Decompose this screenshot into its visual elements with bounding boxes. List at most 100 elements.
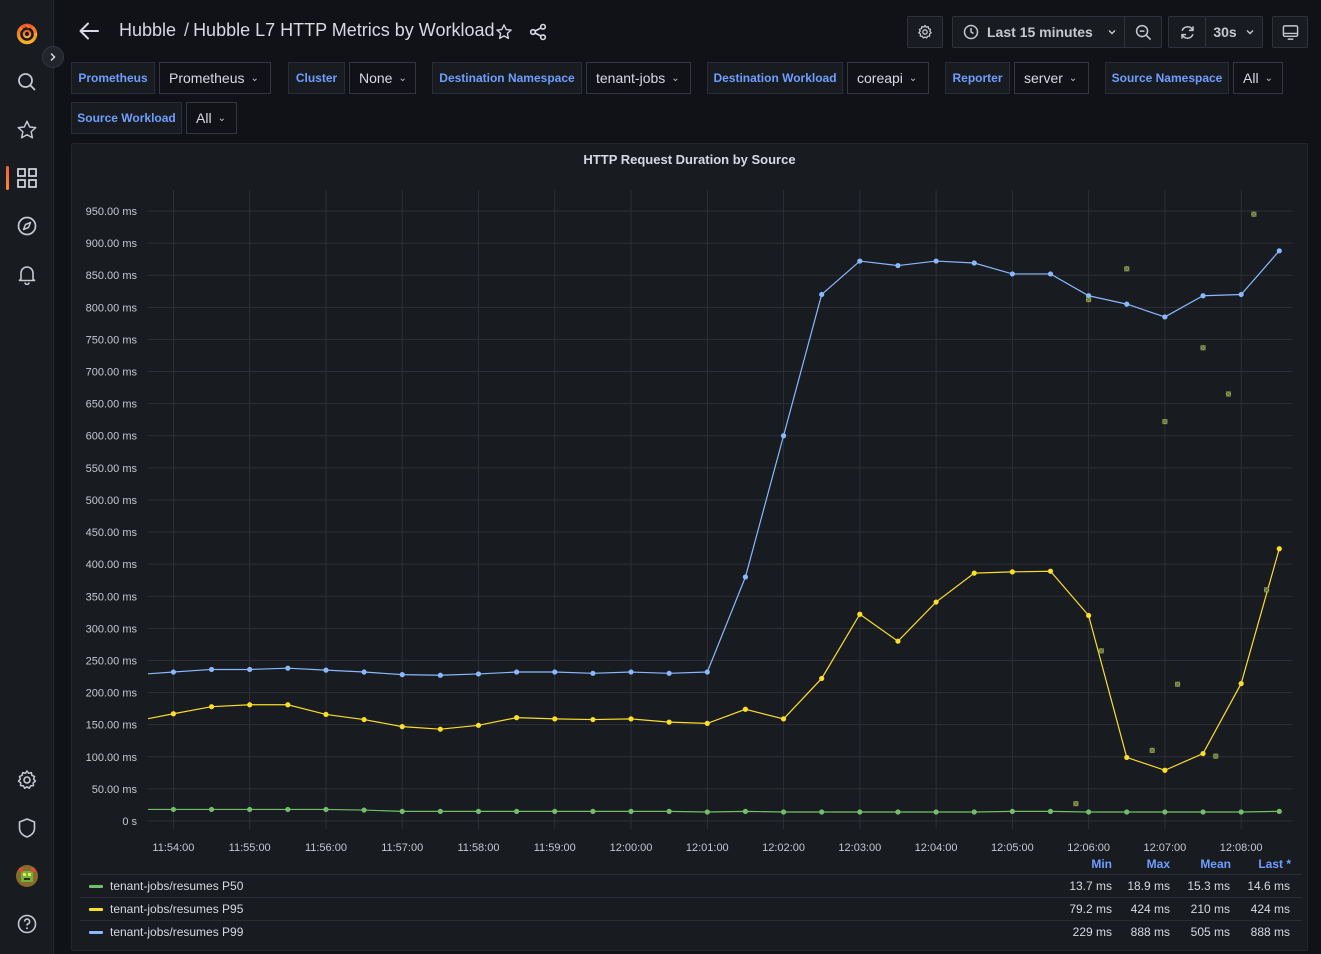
refresh-interval-picker[interactable]: 30s — [1205, 16, 1263, 48]
legend-series-name[interactable]: tenant-jobs/resumes P95 — [110, 902, 243, 916]
x-tick-label: 11:57:00 — [381, 842, 423, 854]
refresh-icon — [1180, 25, 1194, 39]
active-indicator — [6, 166, 9, 190]
x-tick-label: 12:02:00 — [762, 842, 805, 854]
data-point — [857, 809, 863, 815]
data-point — [1124, 754, 1130, 761]
data-point — [475, 722, 482, 728]
data-point — [1047, 271, 1054, 277]
alerting-bell-icon[interactable] — [11, 258, 43, 290]
dashboard-settings-button[interactable] — [907, 16, 943, 48]
legend-row[interactable]: tenant-jobs/resumes P95 79.2 ms 424 ms 2… — [80, 897, 1302, 920]
data-point — [933, 599, 939, 605]
variable-value: All — [1243, 70, 1259, 86]
monitor-icon — [1282, 24, 1298, 40]
data-point — [437, 808, 443, 814]
search-icon[interactable] — [11, 66, 43, 98]
data-point — [933, 809, 939, 815]
dashboard-title[interactable]: Hubble L7 HTTP Metrics by Workload — [193, 20, 494, 40]
y-tick-label: 500.00 ms — [86, 495, 138, 507]
time-series-chart[interactable]: 0 s 50.00 ms 100.00 ms 150.00 ms 200.00 ms 25… — [72, 144, 1307, 874]
user-avatar[interactable] — [11, 860, 43, 892]
data-point — [208, 704, 215, 710]
variable-select-source-namespace[interactable]: All ⌄ — [1233, 62, 1283, 94]
data-point — [780, 433, 787, 439]
data-point — [1238, 680, 1244, 687]
data-point — [285, 665, 291, 671]
chevron-down-icon: ⌄ — [217, 112, 226, 124]
legend-header-max[interactable]: Max — [1132, 857, 1170, 871]
data-point — [552, 669, 558, 675]
data-point — [819, 675, 825, 682]
data-point — [895, 638, 901, 644]
data-point — [895, 809, 901, 815]
legend-row[interactable]: tenant-jobs/resumes P99 229 ms 888 ms 50… — [80, 920, 1302, 943]
variable-label-cluster: Cluster — [288, 62, 345, 94]
y-tick-label: 100.00 ms — [86, 752, 138, 764]
legend-swatch — [89, 908, 103, 911]
explore-icon[interactable] — [11, 210, 43, 242]
back-arrow-icon[interactable] — [76, 18, 102, 44]
data-point — [971, 570, 977, 576]
breadcrumb-folder[interactable]: Hubble — [119, 20, 176, 40]
zoom-out-button[interactable] — [1125, 16, 1162, 48]
grafana-logo-icon[interactable] — [11, 18, 43, 50]
data-point — [628, 669, 634, 675]
variable-select-destination-namespace[interactable]: tenant-jobs ⌄ — [586, 62, 691, 94]
data-point — [666, 808, 672, 814]
data-point — [437, 726, 443, 732]
chevron-down-icon: ⌄ — [398, 72, 407, 84]
graph-panel: HTTP Request Duration by Source 0 s 50.00… — [71, 143, 1308, 951]
variable-select-source-workload[interactable]: All ⌄ — [186, 102, 237, 134]
legend-header-min[interactable]: Min — [1072, 857, 1112, 871]
x-tick-label: 12:05:00 — [991, 842, 1034, 854]
y-tick-label: 350.00 ms — [86, 591, 138, 603]
x-tick-label: 11:58:00 — [457, 842, 499, 854]
variable-label-reporter: Reporter — [945, 62, 1010, 94]
legend-header-mean[interactable]: Mean — [1182, 857, 1231, 871]
data-point — [170, 711, 177, 717]
legend-last: 424 ms — [1250, 902, 1290, 916]
data-point — [399, 808, 405, 814]
starred-icon[interactable] — [11, 114, 43, 146]
legend-min: 13.7 ms — [1069, 879, 1112, 893]
variable-value: None — [359, 70, 393, 86]
gear-icon — [918, 24, 932, 39]
series-line — [148, 808, 1280, 813]
help-icon[interactable] — [11, 908, 43, 940]
legend-series-name[interactable]: tenant-jobs/resumes P50 — [110, 879, 243, 893]
y-tick-label: 650.00 ms — [86, 399, 138, 411]
variable-select-destination-workload[interactable]: coreapi ⌄ — [847, 62, 929, 94]
expand-sidebar-button[interactable] — [42, 46, 64, 68]
data-point — [399, 724, 405, 730]
y-tick-label: 400.00 ms — [86, 559, 138, 571]
data-point — [1162, 314, 1168, 320]
data-point — [666, 670, 672, 676]
x-tick-label: 12:07:00 — [1143, 842, 1186, 854]
configuration-gear-icon[interactable] — [11, 764, 43, 796]
y-tick-label: 750.00 ms — [86, 334, 138, 346]
variable-value: coreapi — [857, 70, 903, 86]
zoom-out-icon — [1135, 24, 1151, 40]
data-point — [1276, 808, 1282, 814]
y-tick-label: 950.00 ms — [86, 206, 138, 218]
data-point — [170, 806, 177, 813]
dashboards-icon[interactable] — [11, 162, 43, 194]
variable-select-prometheus[interactable]: Prometheus ⌄ — [159, 62, 271, 94]
legend-row[interactable]: tenant-jobs/resumes P50 13.7 ms 18.9 ms … — [80, 874, 1302, 897]
variable-select-cluster[interactable]: None ⌄ — [349, 62, 416, 94]
star-icon[interactable] — [494, 22, 514, 42]
refresh-button[interactable] — [1168, 16, 1206, 48]
server-admin-shield-icon[interactable] — [11, 812, 43, 844]
data-point — [1238, 291, 1244, 298]
share-icon[interactable] — [528, 22, 548, 42]
data-point — [628, 716, 634, 722]
legend-series-name[interactable]: tenant-jobs/resumes P99 — [110, 925, 243, 939]
y-tick-label: 450.00 ms — [86, 527, 138, 539]
data-point — [285, 806, 291, 813]
legend-header-last[interactable]: Last * — [1242, 857, 1291, 871]
data-point — [1047, 808, 1054, 814]
variable-select-reporter[interactable]: server ⌄ — [1014, 62, 1089, 94]
view-mode-button[interactable] — [1272, 16, 1308, 48]
chevron-right-icon — [50, 52, 56, 62]
